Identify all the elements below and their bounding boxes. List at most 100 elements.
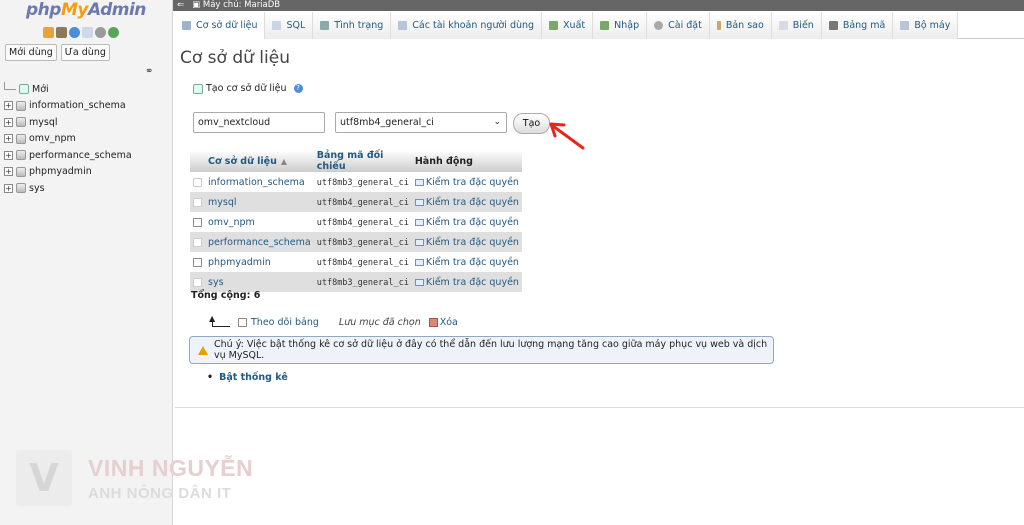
help-icon[interactable]	[69, 27, 80, 38]
check-privileges-link[interactable]: Kiểm tra đặc quyền	[414, 196, 519, 208]
tab-sql[interactable]: SQL	[265, 12, 314, 39]
tab-status[interactable]: Tình trạng	[313, 12, 392, 39]
tab-export[interactable]: Xuất	[542, 12, 594, 39]
expand-icon[interactable]: +	[4, 183, 13, 193]
database-tree: Mới + information_schema + mysql + omv_n…	[4, 81, 132, 197]
tree-item-label: performance_schema	[29, 149, 132, 161]
expand-icon[interactable]: +	[4, 101, 13, 111]
check-privileges-link[interactable]: Kiểm tra đặc quyền	[414, 277, 519, 288]
privileges-icon	[414, 198, 424, 206]
tab-label: Biến	[792, 20, 814, 31]
collation-value: utf8mb3_general_ci	[316, 277, 409, 288]
watermark-logo: V	[16, 450, 72, 506]
tree-item-omv-npm[interactable]: + omv_npm	[4, 131, 132, 148]
select-all-label[interactable]: Theo dõi bảng	[251, 317, 319, 328]
drop-button[interactable]: Xóa	[428, 317, 458, 328]
collation-select[interactable]: utf8mb4_general_ci ⌄	[335, 112, 507, 133]
collation-value: utf8mb3_general_ci	[316, 177, 409, 188]
tab-settings[interactable]: Cài đặt	[647, 12, 710, 39]
tab-replication[interactable]: Bản sao	[709, 12, 772, 39]
table-row: sys utf8mb3_general_ci Kiểm tra đặc quyề…	[190, 272, 522, 292]
database-table: Cơ sở dữ liệu ▲ Bảng mã đối chiếu Hành độ…	[190, 150, 522, 292]
tab-label: Cơ sở dữ liệu	[196, 20, 258, 31]
replication-icon	[716, 21, 721, 30]
tree-item-phpmyadmin[interactable]: + phpmyadmin	[4, 164, 132, 181]
tree-item-label: mysql	[29, 116, 58, 128]
table-row: mysql utf8mb4_general_ci Kiểm tra đặc qu…	[190, 192, 522, 212]
expand-icon[interactable]: +	[4, 117, 13, 127]
tab-variables[interactable]: Biến	[771, 12, 822, 39]
reload-icon[interactable]	[108, 27, 119, 38]
expand-icon[interactable]: +	[4, 134, 13, 144]
action-label: Kiểm tra đặc quyền	[425, 196, 519, 208]
collation-select-value: utf8mb4_general_ci	[340, 117, 434, 128]
collapse-arrow-icon[interactable]: ⇐	[177, 0, 184, 10]
status-icon	[320, 21, 330, 30]
enable-statistics-link[interactable]: • Bật thống kê	[207, 372, 288, 383]
tab-engines[interactable]: Bộ máy	[893, 12, 959, 39]
row-checkbox	[193, 177, 202, 187]
create-database-label: Tạo cơ sở dữ liệu	[206, 83, 287, 94]
tree-item-information-schema[interactable]: + information_schema	[4, 98, 132, 115]
database-link[interactable]: phpmyadmin	[208, 257, 271, 268]
server-breadcrumb-bar: ⇐ ▣ Máy chủ: MariaDB	[173, 0, 1024, 11]
column-label: Hành động	[414, 155, 473, 167]
row-checkbox[interactable]	[193, 257, 202, 267]
help-icon[interactable]: ?	[293, 84, 303, 93]
tab-user-accounts[interactable]: Các tài khoản người dùng	[391, 12, 543, 39]
engines-icon	[900, 21, 910, 30]
phpmyadmin-logo[interactable]: phpMyAdmin	[26, 0, 146, 20]
column-collation[interactable]: Bảng mã đối chiếu	[313, 150, 412, 172]
home-icon[interactable]	[43, 27, 54, 38]
tree-item-label: omv_npm	[29, 133, 76, 145]
tab-charsets[interactable]: Bảng mã	[821, 12, 894, 39]
row-checkbox[interactable]	[193, 217, 202, 227]
table-row: performance_schema utf8mb3_general_ci Ki…	[190, 232, 522, 252]
database-name-input[interactable]	[193, 112, 325, 133]
favorites-button[interactable]: Ưa dùng	[60, 44, 110, 61]
tab-label: SQL	[286, 20, 306, 31]
tree-item-mysql[interactable]: + mysql	[4, 114, 132, 131]
create-database-heading: Tạo cơ sở dữ liệu ?	[193, 83, 303, 94]
table-row: phpmyadmin utf8mb4_general_ci Kiểm tra đ…	[190, 252, 522, 272]
database-icon	[16, 100, 26, 111]
divider	[175, 407, 1024, 408]
tab-import[interactable]: Nhập	[593, 12, 648, 39]
tree-item-sys[interactable]: + sys	[4, 180, 132, 197]
table-header-row: Cơ sở dữ liệu ▲ Bảng mã đối chiếu Hành độ…	[190, 150, 522, 172]
watermark-line2: ANH NÔNG DÂN IT	[88, 485, 232, 502]
link-icon[interactable]: ⚭	[145, 66, 153, 77]
settings-icon[interactable]	[95, 27, 106, 38]
expand-icon[interactable]: +	[4, 150, 13, 160]
docs-icon[interactable]	[82, 27, 93, 38]
check-privileges-link[interactable]: Kiểm tra đặc quyền	[414, 216, 519, 228]
action-label: Kiểm tra đặc quyền	[425, 216, 519, 228]
sort-icon: ▲	[280, 156, 288, 166]
column-database[interactable]: Cơ sở dữ liệu ▲	[205, 150, 314, 172]
database-icon	[16, 166, 26, 177]
database-link[interactable]: mysql	[208, 197, 237, 208]
new-database-icon	[19, 84, 29, 95]
logo-my: My	[60, 0, 89, 20]
database-icon	[182, 21, 191, 30]
check-privileges-link[interactable]: Kiểm tra đặc quyền	[414, 237, 519, 248]
tree-item-performance-schema[interactable]: + performance_schema	[4, 147, 132, 164]
tree-item-label: information_schema	[29, 100, 126, 112]
tab-databases[interactable]: Cơ sở dữ liệu	[175, 12, 266, 39]
logout-icon[interactable]	[56, 27, 67, 38]
check-privileges-link[interactable]: Kiểm tra đặc quyền	[414, 177, 519, 188]
tree-item-new[interactable]: Mới	[4, 81, 132, 98]
expand-icon[interactable]: +	[4, 167, 13, 177]
database-link[interactable]: omv_npm	[208, 217, 255, 228]
database-link[interactable]: sys	[208, 277, 224, 288]
recent-button[interactable]: Mới dùng	[5, 44, 57, 61]
database-link[interactable]: information_schema	[208, 177, 305, 188]
check-privileges-link[interactable]: Kiểm tra đặc quyền	[414, 257, 519, 268]
database-link[interactable]: performance_schema	[208, 237, 311, 248]
enable-statistics-label: Bật thống kê	[219, 372, 288, 383]
red-arrow-annotation	[549, 122, 585, 150]
collation-value: utf8mb3_general_ci	[316, 237, 409, 248]
server-breadcrumb[interactable]: Máy chủ: MariaDB	[203, 0, 280, 10]
server-icon: ▣	[192, 0, 201, 10]
select-all-checkbox[interactable]	[238, 318, 247, 327]
